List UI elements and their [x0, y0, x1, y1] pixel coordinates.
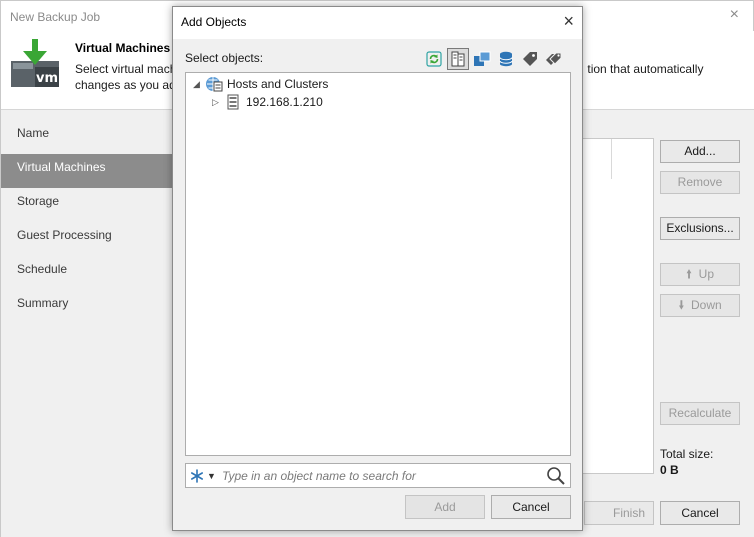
server-icon — [224, 94, 242, 110]
total-size-value: 0 B — [660, 463, 679, 477]
step-title: Virtual Machines — [75, 41, 171, 55]
collapsed-arrow-icon[interactable]: ▷ — [212, 97, 224, 108]
asterisk-filter-icon — [190, 469, 203, 483]
step-name[interactable]: Name — [1, 120, 173, 154]
add-button[interactable]: Add... — [660, 140, 740, 163]
tags-icon[interactable] — [519, 48, 541, 70]
dialog-add-button[interactable]: Add — [405, 495, 485, 519]
expanded-arrow-icon[interactable]: ◢ — [193, 79, 205, 90]
step-storage[interactable]: Storage — [1, 188, 173, 222]
dialog-cancel-button[interactable]: Cancel — [491, 495, 571, 519]
virtual-machines-list[interactable] — [581, 138, 654, 474]
add-objects-dialog: Add Objects × Select objects: ◢ Hosts an… — [172, 6, 583, 531]
down-button[interactable]: 🠛 Down — [660, 294, 740, 317]
dialog-close-button[interactable]: × — [563, 11, 574, 31]
vcenter-icon — [205, 76, 223, 92]
vm-logo-icon: vm — [11, 39, 59, 87]
dialog-title: Add Objects — [181, 15, 247, 29]
dialog-body: Select objects: ◢ Hosts and Clusters ▷ 1… — [173, 39, 582, 530]
remove-button[interactable]: Remove — [660, 171, 740, 194]
objects-tree[interactable]: ◢ Hosts and Clusters ▷ 192.168.1.210 — [185, 72, 571, 456]
window-title: New Backup Job — [10, 10, 101, 24]
view-toolbar — [421, 47, 565, 71]
tag-categories-icon[interactable] — [543, 48, 565, 70]
search-box: ▼ — [185, 463, 571, 488]
vms-and-templates-icon[interactable] — [471, 48, 493, 70]
tree-node-label: 192.168.1.210 — [246, 95, 323, 109]
tree-node-host[interactable]: ▷ 192.168.1.210 — [212, 93, 323, 111]
recalculate-button[interactable]: Recalculate — [660, 402, 740, 425]
window-close-button[interactable]: × — [730, 7, 739, 23]
search-input[interactable] — [222, 466, 542, 485]
refresh-icon[interactable] — [423, 48, 445, 70]
step-schedule[interactable]: Schedule — [1, 256, 173, 290]
total-size-label: Total size: — [660, 447, 714, 461]
arrow-down-icon: 🠛 — [678, 298, 685, 312]
up-button[interactable]: 🠙 Up — [660, 263, 740, 286]
step-guest-processing[interactable]: Guest Processing — [1, 222, 173, 256]
select-objects-label: Select objects: — [185, 51, 264, 65]
svg-text:vm: vm — [36, 71, 58, 86]
chevron-down-icon: ▼ — [207, 471, 216, 481]
search-filter-dropdown[interactable]: ▼ — [190, 468, 220, 484]
arrow-up-icon: 🠙 — [685, 267, 692, 281]
finish-button[interactable]: Finish — [584, 501, 654, 525]
hosts-and-clusters-icon[interactable] — [447, 48, 469, 70]
wizard-cancel-button[interactable]: Cancel — [660, 501, 740, 525]
tree-node-hosts-and-clusters[interactable]: ◢ Hosts and Clusters — [193, 75, 328, 93]
step-virtual-machines[interactable]: Virtual Machines — [1, 154, 173, 188]
datastores-icon[interactable] — [495, 48, 517, 70]
exclusions-button[interactable]: Exclusions... — [660, 217, 740, 240]
total-size: Total size: 0 B — [660, 447, 713, 477]
step-summary[interactable]: Summary — [1, 290, 173, 324]
tree-node-label: Hosts and Clusters — [227, 77, 329, 91]
search-icon[interactable] — [546, 466, 566, 486]
wizard-steps: Name Virtual Machines Storage Guest Proc… — [1, 120, 173, 324]
